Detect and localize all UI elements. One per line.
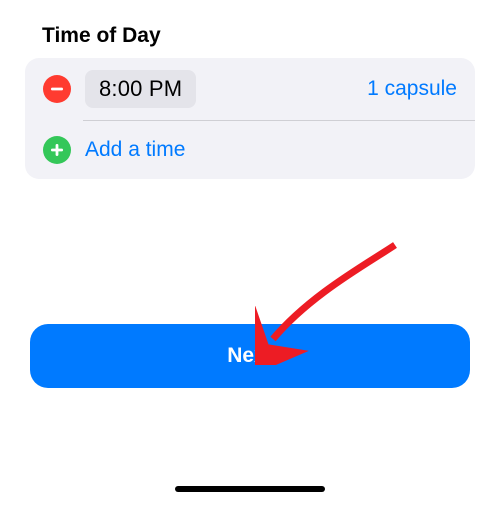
add-time-label: Add a time — [85, 138, 185, 162]
remove-icon[interactable] — [43, 75, 71, 103]
dose-selector[interactable]: 1 capsule — [367, 77, 457, 101]
section-title: Time of Day — [0, 0, 500, 58]
plus-icon — [43, 136, 71, 164]
add-time-row[interactable]: Add a time — [25, 121, 475, 179]
next-button-label: Next — [227, 344, 273, 368]
schedule-card: 8:00 PM 1 capsule Add a time — [25, 58, 475, 179]
schedule-row: 8:00 PM 1 capsule — [25, 58, 475, 120]
home-indicator[interactable] — [175, 486, 325, 492]
time-picker[interactable]: 8:00 PM — [85, 70, 196, 108]
next-button[interactable]: Next — [30, 324, 470, 388]
